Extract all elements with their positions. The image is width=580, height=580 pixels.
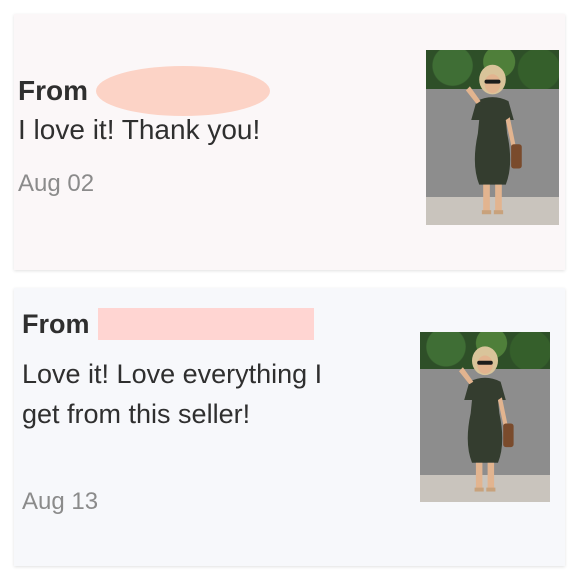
from-label: From bbox=[18, 75, 88, 106]
product-photo[interactable] bbox=[420, 332, 550, 502]
reviewer-row: From bbox=[18, 66, 270, 116]
dress-model-icon bbox=[459, 346, 514, 492]
reviews-screen: From I love it! Thank you! Aug 02 From L… bbox=[0, 0, 580, 580]
review-date: Aug 02 bbox=[18, 170, 95, 197]
reviewer-row: From bbox=[22, 308, 314, 340]
product-photo[interactable] bbox=[426, 50, 559, 225]
redacted-reviewer-name bbox=[96, 66, 270, 116]
from-label: From bbox=[22, 308, 90, 339]
dress-model-icon bbox=[465, 64, 522, 215]
review-card: From I love it! Thank you! Aug 02 bbox=[14, 14, 565, 270]
review-text: Love it! Love everything I get from this… bbox=[22, 359, 323, 429]
review-card: From Love it! Love everything I get from… bbox=[14, 288, 565, 566]
redacted-reviewer-name bbox=[97, 308, 314, 340]
review-text: I love it! Thank you! bbox=[18, 114, 261, 145]
review-date: Aug 13 bbox=[22, 488, 99, 515]
